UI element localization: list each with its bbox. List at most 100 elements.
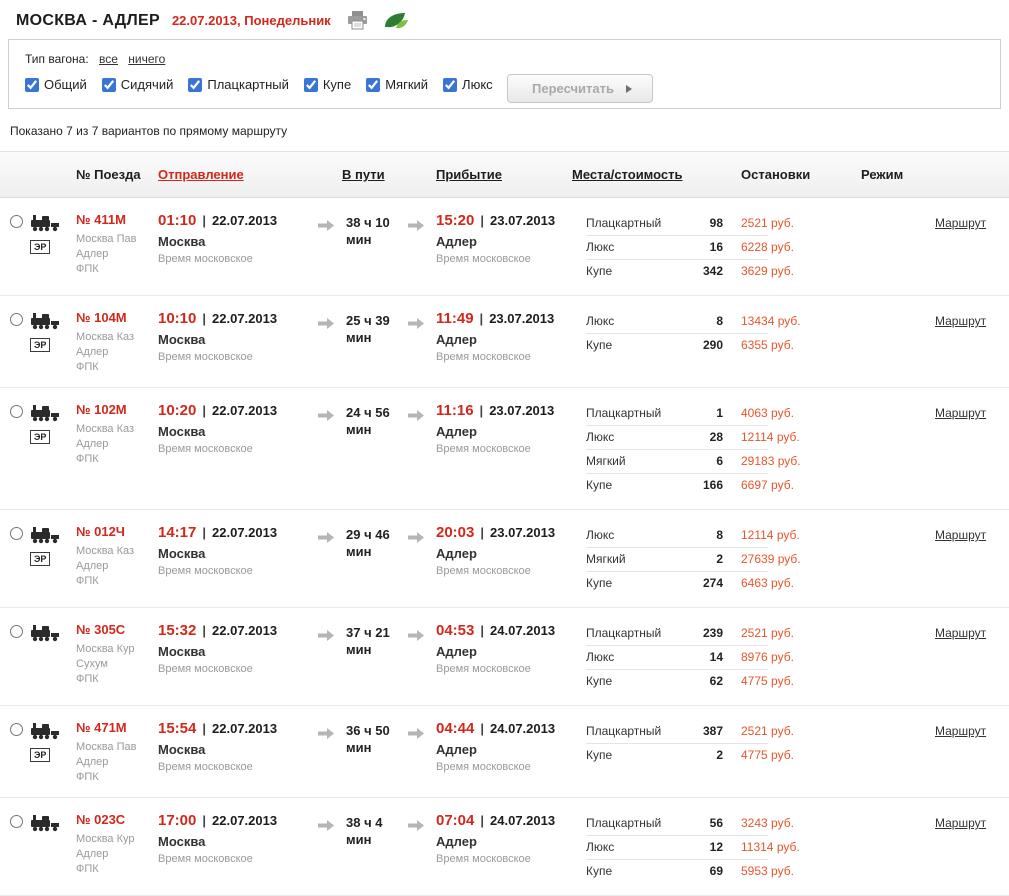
seat-class-row: Люкс 14 8976 руб. (586, 646, 768, 670)
train-select-radio[interactable] (10, 405, 23, 418)
separator: | (480, 403, 484, 418)
arrival-city: Адлер (436, 424, 586, 439)
col-header-departure[interactable]: Отправление (158, 167, 318, 182)
departure-date: 22.07.2013 (212, 213, 277, 228)
wagon-type-checkbox-input[interactable] (188, 78, 202, 92)
seat-count: 2 (681, 552, 723, 566)
train-route-line: Москва Каз (76, 544, 158, 559)
train-route-line: ФПК (76, 262, 158, 277)
train-number-link[interactable]: № 305С (76, 622, 158, 637)
route-link[interactable]: Маршрут (935, 314, 986, 328)
wagon-type-checkbox-input[interactable] (443, 78, 457, 92)
train-route-line: Адлер (76, 345, 158, 360)
train-select-radio[interactable] (10, 215, 23, 228)
seat-price: 2521 руб. (741, 216, 794, 230)
arrival-date: 24.07.2013 (490, 813, 555, 828)
recalculate-label: Пересчитать (532, 81, 614, 96)
seat-class-row: Купе 274 6463 руб. (586, 572, 768, 595)
separator: | (480, 721, 484, 736)
recalculate-button[interactable]: Пересчитать (507, 74, 653, 103)
train-row: ЭР № 411М Москва ПавАдлерФПК 01:10 | 22.… (0, 198, 1009, 296)
col-header-train-number: № Поезда (76, 167, 158, 182)
departure-city: Москва (158, 234, 318, 249)
train-select-radio[interactable] (10, 527, 23, 540)
wagon-type-checkbox-label: Мягкий (385, 77, 428, 92)
arrival-time: 04:53 (436, 622, 474, 639)
wagon-type-checkbox[interactable]: Мягкий (366, 77, 428, 92)
train-number-link[interactable]: № 102М (76, 402, 158, 417)
arrival-timezone: Время московское (436, 443, 586, 455)
select-all-link[interactable]: все (99, 52, 118, 66)
arrival-time: 07:04 (436, 812, 474, 829)
wagon-type-checkbox[interactable]: Купе (304, 77, 351, 92)
seat-class-label: Плацкартный (586, 406, 681, 420)
arrival-time: 11:16 (436, 402, 474, 419)
seat-count: 12 (681, 840, 723, 854)
train-select-radio[interactable] (10, 313, 23, 326)
route-link[interactable]: Маршрут (935, 216, 986, 230)
route-link[interactable]: Маршрут (935, 816, 986, 830)
train-route-line: Москва Каз (76, 330, 158, 345)
print-icon[interactable] (347, 11, 368, 30)
wagon-type-checkbox-input[interactable] (25, 78, 39, 92)
train-select-radio[interactable] (10, 625, 23, 638)
seat-price: 27639 руб. (741, 552, 801, 566)
eco-leaf-icon[interactable] (384, 12, 409, 29)
col-header-arrival[interactable]: Прибытие (436, 167, 586, 182)
train-number-link[interactable]: № 023С (76, 812, 158, 827)
seat-count: 342 (681, 264, 723, 278)
seat-count: 16 (681, 240, 723, 254)
train-select-radio[interactable] (10, 815, 23, 828)
wagon-type-checkbox[interactable]: Люкс (443, 77, 493, 92)
arrow-right-icon (408, 316, 424, 333)
seat-price: 6355 руб. (741, 338, 794, 352)
departure-time: 10:10 (158, 310, 196, 327)
route-link[interactable]: Маршрут (935, 626, 986, 640)
arrow-right-icon (408, 628, 424, 645)
seat-class-row: Плацкартный 56 3243 руб. (586, 812, 768, 836)
seats-table: Люкс 8 12114 руб. Мягкий 2 27639 руб. Ку… (586, 524, 771, 595)
departure-city: Москва (158, 424, 318, 439)
seat-count: 8 (681, 528, 723, 542)
wagon-type-checkbox-input[interactable] (102, 78, 116, 92)
separator: | (480, 623, 484, 638)
departure-city: Москва (158, 834, 318, 849)
train-select-radio[interactable] (10, 723, 23, 736)
train-icon (30, 814, 60, 837)
wagon-type-checkbox[interactable]: Общий (25, 77, 87, 92)
seat-class-row: Плацкартный 239 2521 руб. (586, 622, 768, 646)
departure-time: 15:54 (158, 720, 196, 737)
route-link[interactable]: Маршрут (935, 528, 986, 542)
departure-city: Москва (158, 332, 318, 347)
arrival-date: 23.07.2013 (490, 213, 555, 228)
seat-price: 6697 руб. (741, 478, 794, 492)
seat-price: 4775 руб. (741, 674, 794, 688)
travel-duration: 38 ч 4 мин (346, 812, 408, 848)
train-route: Москва КурСухумФПК (76, 642, 158, 687)
train-number-link[interactable]: № 471М (76, 720, 158, 735)
route-link[interactable]: Маршрут (935, 724, 986, 738)
seat-class-row: Купе 2 4775 руб. (586, 744, 768, 767)
train-number-link[interactable]: № 411М (76, 212, 158, 227)
col-header-duration[interactable]: В пути (342, 167, 408, 182)
route-link[interactable]: Маршрут (935, 406, 986, 420)
separator: | (480, 813, 484, 828)
seat-class-row: Плацкартный 98 2521 руб. (586, 212, 768, 236)
arrow-right-icon (408, 408, 424, 425)
separator: | (202, 623, 206, 638)
arrow-right-icon (408, 726, 424, 743)
seat-class-row: Плацкартный 387 2521 руб. (586, 720, 768, 744)
train-number-link[interactable]: № 012Ч (76, 524, 158, 539)
arrow-right-icon (318, 628, 334, 645)
wagon-type-checkbox[interactable]: Плацкартный (188, 77, 289, 92)
train-route-line: Адлер (76, 559, 158, 574)
wagon-type-checkbox-label: Общий (44, 77, 87, 92)
wagon-type-checkbox-input[interactable] (304, 78, 318, 92)
wagon-type-checkbox[interactable]: Сидячий (102, 77, 174, 92)
separator: | (202, 403, 206, 418)
wagon-type-checkbox-input[interactable] (366, 78, 380, 92)
select-none-link[interactable]: ничего (128, 52, 165, 66)
train-number-link[interactable]: № 104М (76, 310, 158, 325)
seat-class-label: Купе (586, 674, 681, 688)
wagon-type-label: Тип вагона: (25, 52, 89, 66)
